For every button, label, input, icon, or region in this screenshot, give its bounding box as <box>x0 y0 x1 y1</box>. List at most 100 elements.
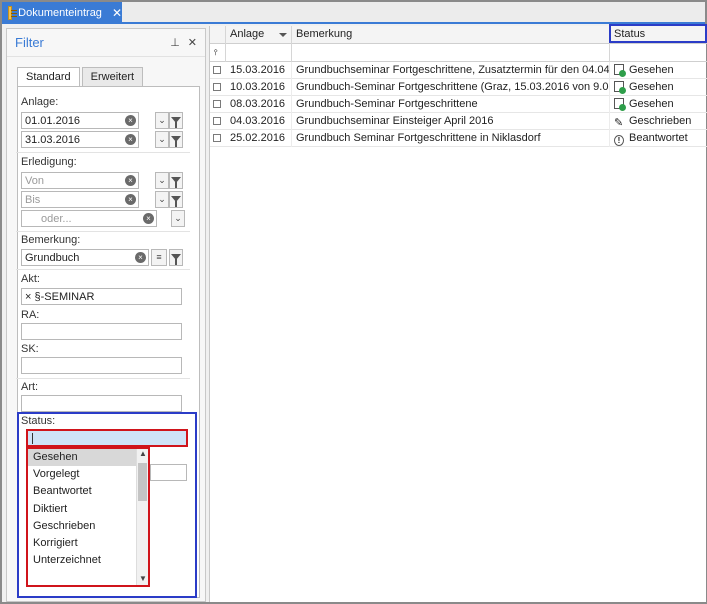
filter-title: Filter <box>15 35 44 50</box>
status-column-highlight-box <box>609 24 707 43</box>
document-tab-title: Dokumenteintrag <box>18 7 102 19</box>
filter-funnel-no-icon[interactable] <box>169 191 183 208</box>
column-anlage[interactable]: Anlage <box>226 26 292 44</box>
cell-bemerkung: Grundbuch Seminar Fortgeschrittene in Ni… <box>292 130 610 147</box>
filter-funnel-icon[interactable] <box>169 112 183 129</box>
speech-bubble-icon: ! <box>614 135 624 146</box>
row-checkbox[interactable] <box>213 66 221 74</box>
clear-icon[interactable]: × <box>125 194 136 205</box>
table-row[interactable]: 25.02.2016 Grundbuch Seminar Fortgeschri… <box>210 130 707 147</box>
sk-field[interactable] <box>21 357 182 374</box>
bemerkung-field[interactable]: Grundbuch × <box>21 249 149 266</box>
cell-bemerkung: Grundbuchseminar Einsteiger April 2016 <box>292 113 610 130</box>
document-tab[interactable]: Dokumenteintrag ✕ <box>2 2 122 24</box>
status-label: Status: <box>21 415 56 427</box>
status-option-vorgelegt[interactable]: Vorgelegt <box>28 466 148 483</box>
cell-anlage: 08.03.2016 <box>226 96 292 113</box>
application-window: Dokumenteintrag ✕ Filter ⊥ ✕ Standard Er… <box>0 0 707 604</box>
sort-down-icon <box>279 33 287 37</box>
document-tab-strip: Dokumenteintrag ✕ <box>2 2 705 24</box>
scrollbar-thumb[interactable] <box>138 463 147 501</box>
erledigung-from-field[interactable]: Von × <box>21 172 139 189</box>
erledigung-to-field[interactable]: Bis × <box>21 191 139 208</box>
document-grid: Anlage Bemerkung Status ⫯ 15.03.2016 Gru… <box>209 26 707 602</box>
document-eye-icon <box>614 64 626 77</box>
text-caret <box>32 433 33 444</box>
divider <box>16 231 190 232</box>
filter-mode-icon[interactable]: ≡ <box>151 249 167 266</box>
row-checkbox[interactable] <box>213 134 221 142</box>
erledigung-or-field[interactable]: oder... × <box>21 210 157 227</box>
status-dropdown: Gesehen Vorgelegt Beantwortet Diktiert G… <box>26 447 150 587</box>
divider <box>16 152 190 153</box>
filter-cell-anlage[interactable] <box>226 44 292 62</box>
cell-status: Gesehen <box>610 79 707 96</box>
art-label: Art: <box>21 381 39 393</box>
anlage-from-field[interactable]: 01.01.2016 × <box>21 112 139 129</box>
filter-header: Filter ⊥ ✕ <box>7 29 205 57</box>
status-input[interactable] <box>26 429 188 447</box>
scroll-up-icon[interactable]: ▲ <box>137 449 148 458</box>
tab-standard[interactable]: Standard <box>17 67 80 87</box>
filter-funnel-icon[interactable] <box>169 131 183 148</box>
clear-icon[interactable]: × <box>135 252 146 263</box>
cell-bemerkung: Grundbuch-Seminar Fortgeschrittene <box>292 96 610 113</box>
status-option-beantwortet[interactable]: Beantwortet <box>28 483 148 500</box>
close-icon[interactable]: ✕ <box>112 6 122 20</box>
filter-funnel-icon[interactable] <box>169 249 183 266</box>
row-checkbox[interactable] <box>213 83 221 91</box>
dropdown-scrollbar[interactable]: ▲ ▼ <box>136 449 148 585</box>
chevron-down-icon[interactable]: ⌄ <box>155 131 169 148</box>
header-check-column <box>210 26 226 44</box>
status-option-korrigiert[interactable]: Korrigiert <box>28 535 148 552</box>
sk-label: SK: <box>21 343 39 355</box>
status-option-diktiert[interactable]: Diktiert <box>28 501 148 518</box>
akt-label: Akt: <box>21 273 40 285</box>
row-checkbox[interactable] <box>213 117 221 125</box>
bemerkung-label: Bemerkung: <box>21 234 81 246</box>
anlage-label: Anlage: <box>21 96 59 108</box>
table-row[interactable]: 10.03.2016 Grundbuch-Seminar Fortgeschri… <box>210 79 707 96</box>
filter-cell-bemerkung[interactable] <box>292 44 610 62</box>
clear-icon[interactable]: × <box>125 175 136 186</box>
column-bemerkung[interactable]: Bemerkung <box>292 26 610 44</box>
table-row[interactable]: 08.03.2016 Grundbuch-Seminar Fortgeschri… <box>210 96 707 113</box>
cell-bemerkung: Grundbuch-Seminar Fortgeschrittene (Graz… <box>292 79 610 96</box>
chevron-down-icon[interactable]: ⌄ <box>155 172 169 189</box>
hidden-field[interactable] <box>150 464 187 481</box>
ra-label: RA: <box>21 309 40 321</box>
status-option-geschrieben[interactable]: Geschrieben <box>28 518 148 535</box>
chevron-down-icon[interactable]: ⌄ <box>155 112 169 129</box>
cell-status: Gesehen <box>610 96 707 113</box>
table-row[interactable]: 15.03.2016 Grundbuchseminar Fortgeschrit… <box>210 62 707 79</box>
scroll-down-icon[interactable]: ▼ <box>137 574 148 583</box>
akt-field[interactable]: × §-SEMINAR <box>21 288 182 305</box>
document-icon <box>8 6 18 20</box>
filter-row-pin-icon[interactable]: ⫯ <box>210 44 226 62</box>
filter-cell-status[interactable] <box>610 44 707 62</box>
clear-icon[interactable]: × <box>143 213 154 224</box>
anlage-to-field[interactable]: 31.03.2016 × <box>21 131 139 148</box>
status-option-gesehen[interactable]: Gesehen <box>28 449 148 467</box>
row-checkbox[interactable] <box>213 100 221 108</box>
table-row[interactable]: 04.03.2016 Grundbuchseminar Einsteiger A… <box>210 113 707 130</box>
ra-field[interactable] <box>21 323 182 340</box>
pencil-icon: ✎ <box>614 117 624 129</box>
cell-status: ! Beantwortet <box>610 130 707 147</box>
erledigung-label: Erledigung: <box>21 156 77 168</box>
close-panel-icon[interactable]: ✕ <box>188 36 197 49</box>
document-eye-icon <box>614 81 626 94</box>
pin-icon[interactable]: ⊥ <box>170 36 180 49</box>
art-field[interactable] <box>21 395 182 412</box>
tab-erweitert[interactable]: Erweitert <box>81 67 144 87</box>
clear-icon[interactable]: × <box>125 115 136 126</box>
document-eye-icon <box>614 98 626 111</box>
filter-funnel-icon[interactable] <box>169 172 183 189</box>
clear-icon[interactable]: × <box>125 134 136 145</box>
cell-anlage: 04.03.2016 <box>226 113 292 130</box>
status-option-unterzeichnet[interactable]: Unterzeichnet <box>28 552 148 569</box>
cell-status: Gesehen <box>610 62 707 79</box>
divider <box>16 378 190 379</box>
chevron-down-icon[interactable]: ⌄ <box>155 191 169 208</box>
chevron-down-icon[interactable]: ⌄ <box>171 210 185 227</box>
